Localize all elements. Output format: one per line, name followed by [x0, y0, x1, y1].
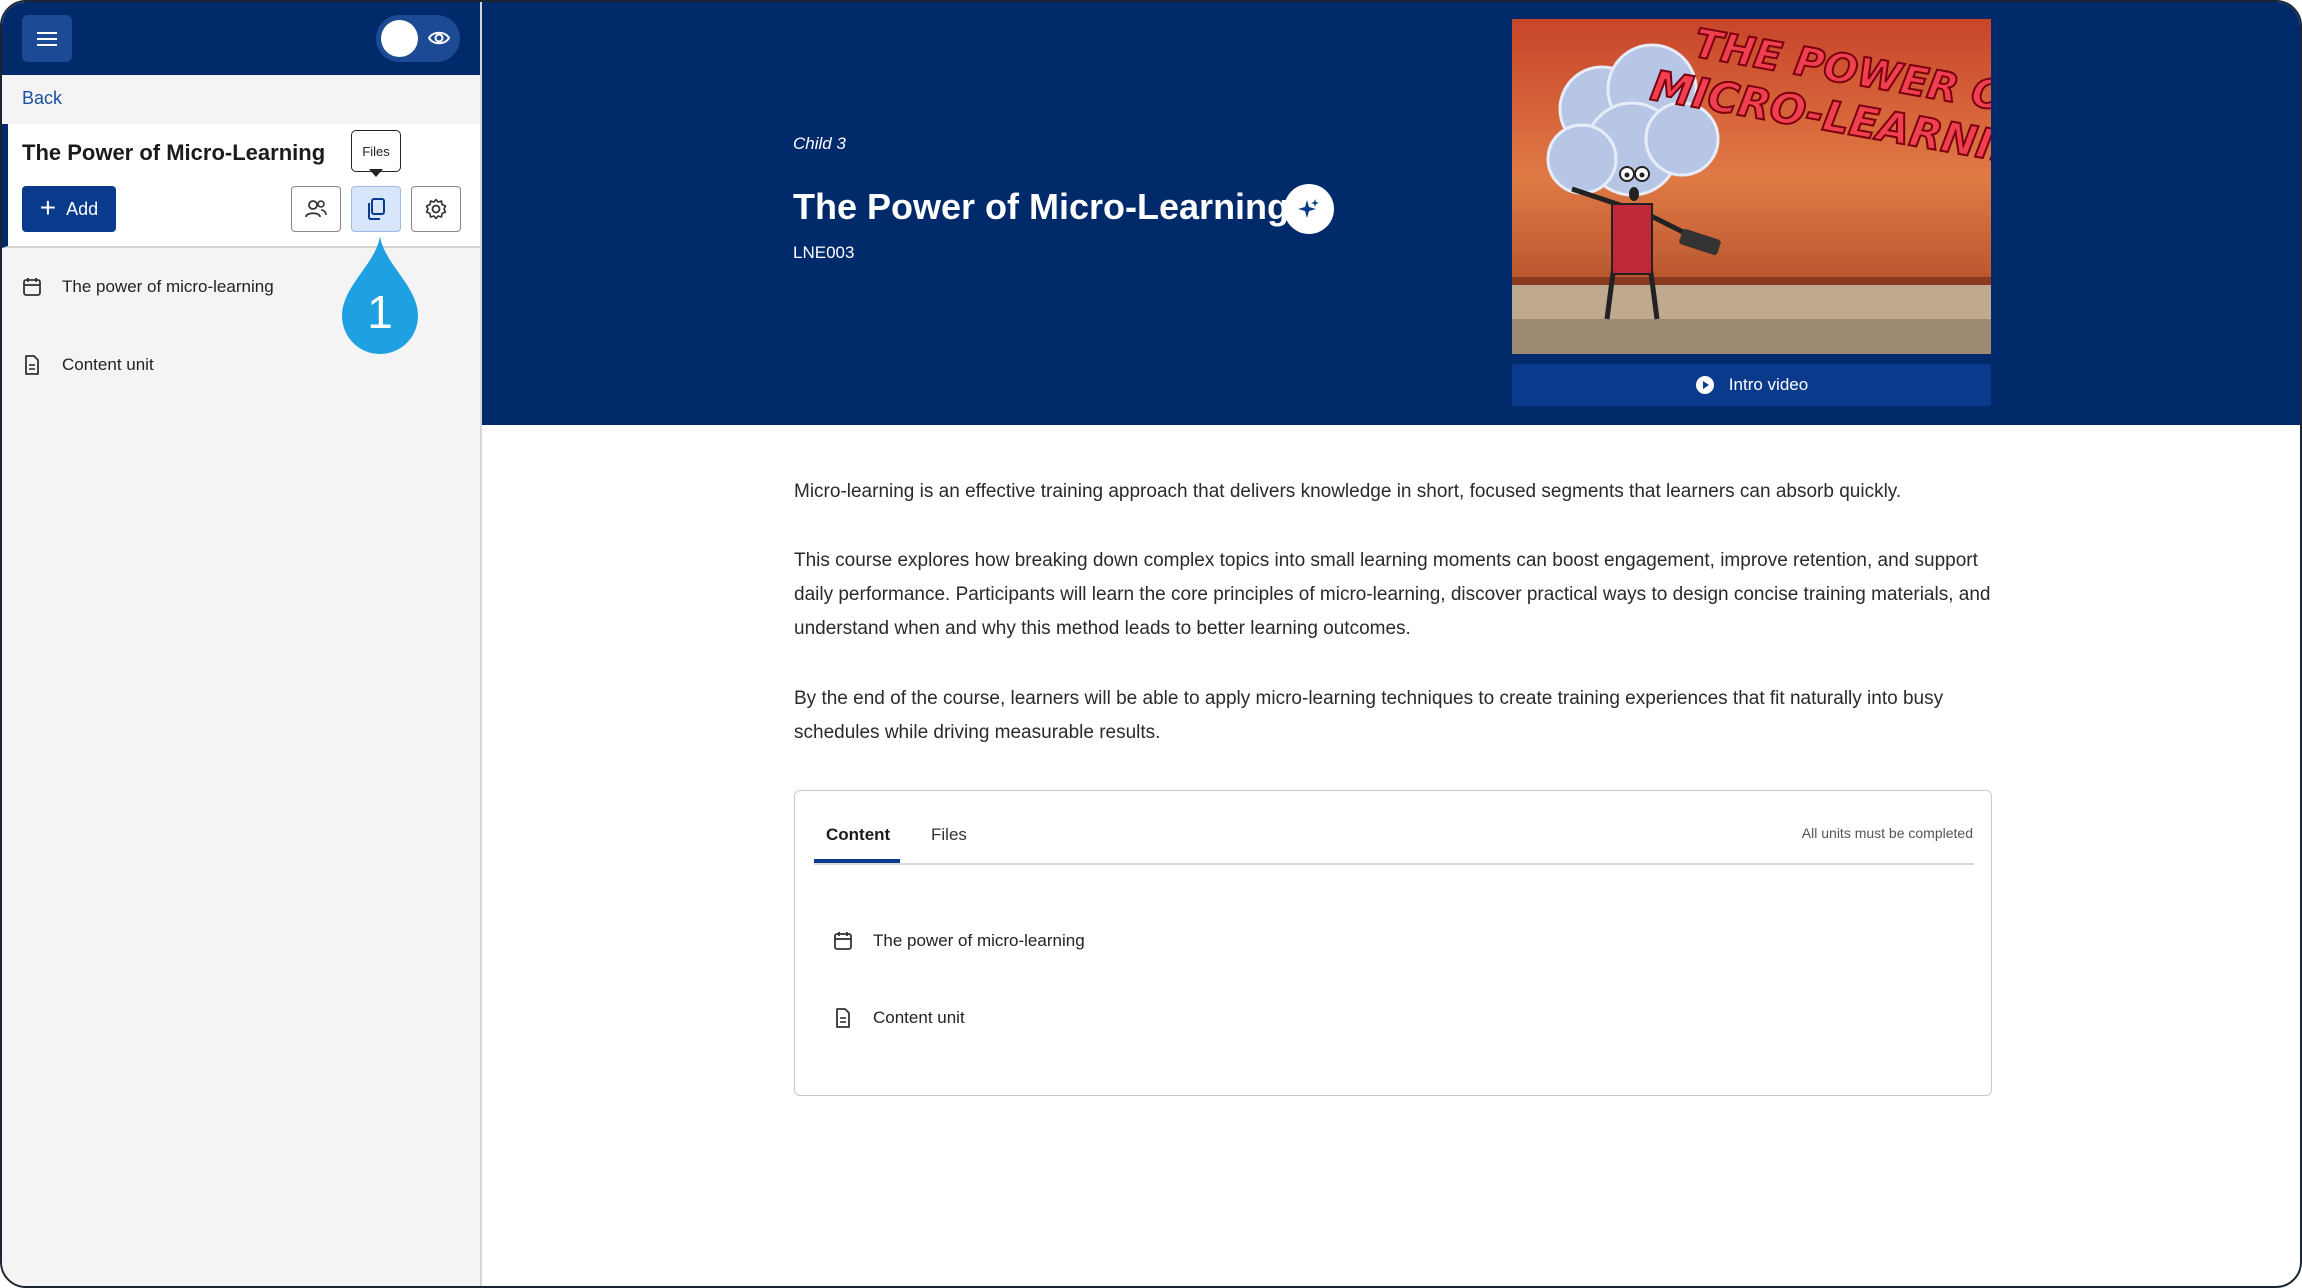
eye-icon [428, 31, 450, 45]
sidebar-item-label: Content unit [62, 355, 154, 374]
gear-icon [425, 198, 447, 220]
course-title: The Power of Micro-Learning [22, 140, 326, 165]
sparkle-icon [1298, 199, 1319, 218]
calendar-icon [834, 932, 852, 950]
intro-video-label: Intro video [1728, 375, 1809, 394]
list-item-label: The power of micro-learning [873, 931, 1085, 950]
tab-files[interactable]: Files [931, 825, 967, 845]
content-card: Content Files All units must be complete… [794, 790, 1992, 1096]
menu-button[interactable] [22, 15, 72, 62]
active-tab-indicator [814, 859, 900, 863]
document-icon [25, 355, 39, 375]
child-label: Child 3 [793, 134, 846, 153]
settings-button[interactable] [411, 186, 461, 232]
files-tooltip: Files [351, 130, 401, 172]
course-header: The Power of Micro-Learning + Add [2, 124, 480, 248]
sidebar-item-label: The power of micro-learning [62, 277, 274, 296]
back-link[interactable]: Back [22, 88, 62, 109]
hamburger-icon [37, 31, 57, 46]
list-item[interactable]: Content unit [833, 1008, 965, 1028]
completion-note: All units must be completed [1801, 825, 1973, 841]
tab-content[interactable]: Content [826, 825, 890, 845]
add-button[interactable]: + Add [22, 186, 116, 232]
thumbnail-illustration: THE POWER OF MICRO-LEARNING [1512, 19, 1991, 354]
description-paragraph: By the end of the course, learners will … [794, 688, 1944, 743]
toggle-knob [381, 20, 418, 57]
description-paragraph: This course explores how breaking down c… [794, 550, 1991, 639]
description-paragraph: Micro-learning is an effective training … [794, 481, 1902, 502]
page-title: The Power of Micro-Learning [793, 186, 1290, 227]
files-button[interactable] [351, 186, 401, 232]
step-marker-label: 1 [367, 286, 393, 338]
course-thumbnail[interactable]: THE POWER OF MICRO-LEARNING [1512, 19, 1991, 354]
calendar-icon [23, 278, 41, 296]
list-item[interactable]: The power of micro-learning [833, 931, 1085, 951]
app-window: Back The Power of Micro-Learning + Add T… [0, 0, 2302, 1288]
copy-files-icon [368, 198, 385, 220]
document-icon [836, 1008, 850, 1028]
list-item-label: Content unit [873, 1008, 965, 1027]
add-button-label: Add [66, 198, 99, 219]
sidebar-header [2, 2, 480, 75]
sidebar-item-content-unit[interactable]: Content unit [22, 355, 154, 375]
tab-divider [814, 863, 1974, 865]
hero-banner [482, 2, 2300, 425]
plus-icon: + [39, 191, 57, 223]
tooltip-arrow [369, 169, 383, 177]
ai-assist-button[interactable] [1284, 184, 1334, 234]
play-icon [1695, 376, 1714, 394]
intro-video-button[interactable]: Intro video [1512, 364, 1991, 406]
sidebar: Back The Power of Micro-Learning + Add T… [2, 2, 482, 1286]
users-icon [305, 200, 327, 218]
participants-button[interactable] [291, 186, 341, 232]
course-code: LNE003 [793, 243, 855, 262]
preview-toggle[interactable] [376, 15, 460, 62]
sidebar-item-event[interactable]: The power of micro-learning [22, 277, 274, 297]
